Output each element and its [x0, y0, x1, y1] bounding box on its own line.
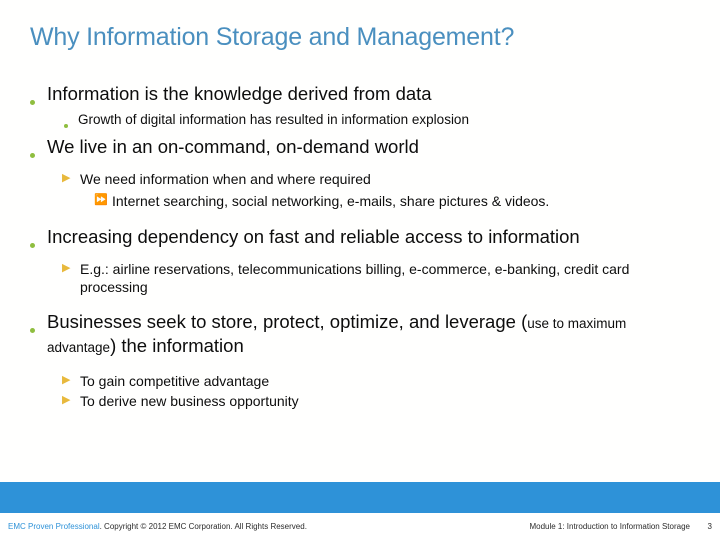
bullet-text-rich: Businesses seek to store, protect, optim… [47, 310, 695, 357]
bullet-level1: We live in an on-command, on-demand worl… [30, 135, 695, 159]
bullet-level3: ▶ E.g.: airline reservations, telecommun… [62, 260, 695, 297]
arrow-single-icon: ▶ [62, 373, 71, 386]
slide-canvas: Why Information Storage and Management? … [0, 0, 720, 540]
page-title: Why Information Storage and Management? [30, 23, 515, 51]
footer-accent-bar [0, 482, 720, 513]
bullet-text: E.g.: airline reservations, telecommunic… [80, 260, 630, 295]
arrow-single-icon: ▶ [62, 261, 71, 274]
bullet-level1: Information is the knowledge derived fro… [30, 82, 695, 106]
arrow-single-icon: ▶ [62, 394, 71, 407]
footer-copyright: EMC Proven Professional. Copyright © 201… [8, 522, 307, 531]
footer-copyright-text: . Copyright © 2012 EMC Corporation. All … [99, 522, 307, 531]
bullet-level3: ▶ To gain competitive advantage [62, 372, 695, 390]
bullet-level1: Increasing dependency on fast and reliab… [30, 225, 695, 249]
footer-module-title: Module 1: Introduction to Information St… [529, 522, 690, 531]
footer-brand: EMC Proven Professional [8, 522, 100, 531]
bullet-text: Internet searching, social networking, e… [112, 193, 550, 210]
bullet-text: We need information when and where requi… [80, 170, 371, 187]
bullet-text: Growth of digital information has result… [78, 111, 469, 127]
bullet-text: We live in an on-command, on-demand worl… [47, 136, 419, 158]
bullet-level3: ▶ We need information when and where req… [62, 170, 695, 188]
bullet-dot-icon [30, 315, 47, 339]
bullet-level3: ▶ To derive new business opportunity [62, 392, 695, 410]
footer-page-number: 3 [707, 522, 712, 531]
bullet-level2: Growth of digital information has result… [64, 111, 695, 129]
bullet-level1: Businesses seek to store, protect, optim… [30, 310, 695, 357]
arrow-single-icon: ▶ [62, 171, 71, 184]
bullet-text-part2: the information [116, 335, 244, 357]
bullet-dot-icon [64, 115, 78, 133]
bullet-text: Increasing dependency on fast and reliab… [47, 225, 580, 247]
arrow-double-icon: ⏩ [94, 194, 108, 207]
bullet-text: To gain competitive advantage [80, 372, 270, 389]
bullet-text-part1: Businesses seek to store, protect, optim… [47, 311, 522, 333]
bullet-dot-icon [30, 230, 47, 254]
slide-body: Information is the knowledge derived fro… [30, 74, 695, 411]
bullet-dot-icon [30, 87, 47, 111]
bullet-text: To derive new business opportunity [80, 393, 299, 410]
bullet-text: Information is the knowledge derived fro… [47, 83, 432, 104]
bullet-level4: ⏩ Internet searching, social networking,… [94, 192, 695, 210]
bullet-dot-icon [30, 140, 47, 164]
